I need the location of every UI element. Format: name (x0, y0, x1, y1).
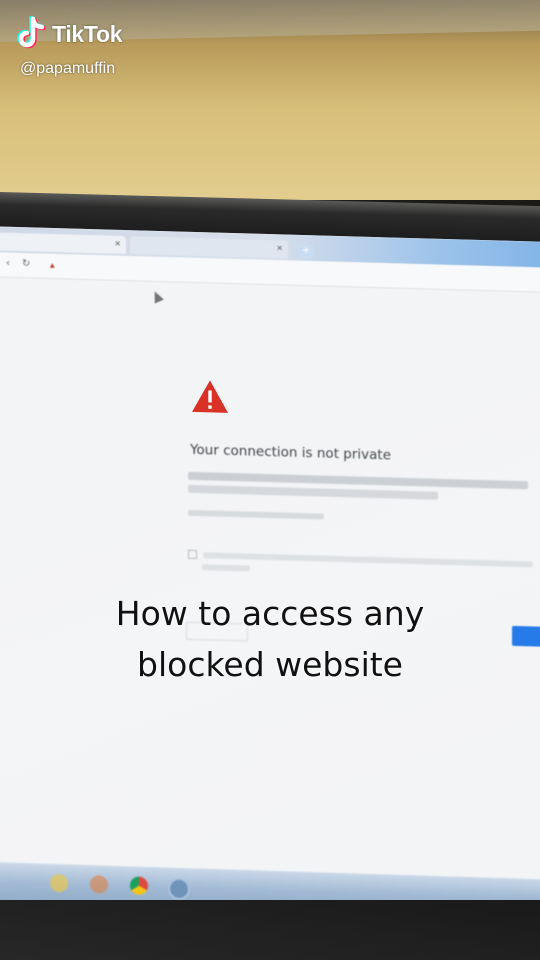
creator-handle: @papamuffin (20, 60, 116, 77)
monitor-screen: × × + ‹ ↻ ▲ Your connection is not priva… (0, 226, 540, 915)
report-checkbox[interactable] (188, 549, 197, 560)
mouse-cursor-icon (150, 289, 164, 304)
tab-close-icon[interactable]: × (276, 243, 283, 252)
new-tab-button[interactable]: + (298, 242, 314, 260)
video-frame: × × + ‹ ↻ ▲ Your connection is not priva… (0, 0, 540, 960)
browser-tab[interactable]: × (130, 236, 288, 259)
chrome-icon[interactable] (130, 876, 148, 895)
error-description (188, 471, 540, 504)
window-icon[interactable] (168, 877, 190, 901)
warning-triangle-icon (192, 380, 228, 413)
reload-icon[interactable]: ↻ (22, 258, 30, 269)
tiktok-brand: TikTok (52, 20, 123, 47)
error-code (188, 509, 324, 520)
tiktok-watermark: TikTok (14, 16, 123, 52)
video-caption: How to access any blocked website (0, 588, 540, 690)
caption-line-2: blocked website (137, 645, 403, 684)
tab-close-icon[interactable]: × (114, 239, 121, 248)
app-icon[interactable] (90, 875, 108, 894)
back-arrow-icon[interactable]: ‹ (6, 258, 10, 269)
not-secure-indicator[interactable]: ▲ (50, 262, 55, 269)
report-checkbox-row[interactable] (188, 549, 540, 581)
tiktok-note-icon (17, 16, 46, 49)
folder-icon[interactable] (50, 873, 68, 893)
monitor-bezel-bottom (0, 900, 540, 960)
browser-tab[interactable]: × (0, 232, 126, 255)
caption-line-1: How to access any (115, 594, 425, 633)
error-title: Your connection is not private (190, 441, 391, 464)
